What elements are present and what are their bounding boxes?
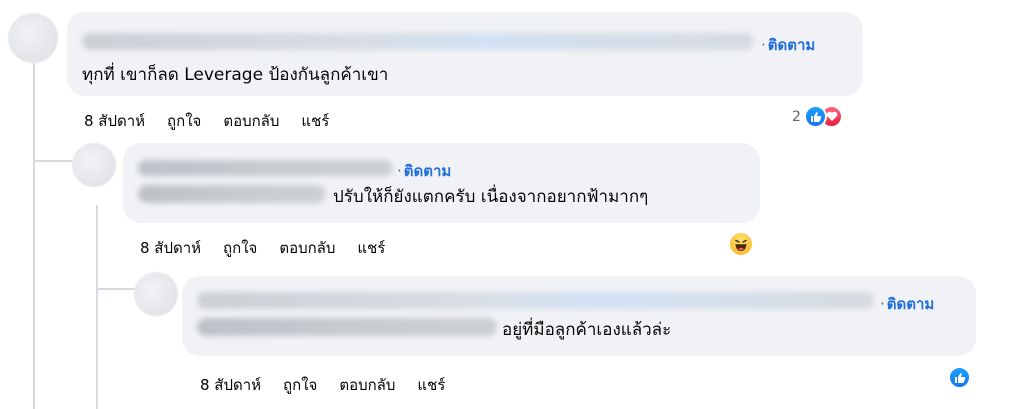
mention-blurred[interactable] xyxy=(197,318,497,336)
reply-button[interactable]: ตอบกลับ xyxy=(339,373,395,397)
reaction-count[interactable]: 2 xyxy=(792,109,801,125)
thread-line-branch-2 xyxy=(96,288,136,290)
follow-link[interactable]: · ติดตาม xyxy=(761,33,815,57)
thread-line-main xyxy=(33,62,35,409)
comment-actions: 8 สัปดาห์ ถูกใจ ตอบกลับ แชร์ xyxy=(84,109,329,133)
separator-dot: · xyxy=(761,36,766,54)
like-icon[interactable] xyxy=(804,105,827,128)
avatar[interactable] xyxy=(72,143,116,187)
comment-text: ทุกที่ เขาก็ลด Leverage ป้องกันลูกค้าเขา xyxy=(82,65,389,85)
separator-dot: · xyxy=(880,295,885,313)
separator-dot: · xyxy=(397,162,402,180)
timestamp[interactable]: 8 สัปดาห์ xyxy=(84,109,145,133)
follow-label[interactable]: ติดตาม xyxy=(768,36,816,54)
follow-label[interactable]: ติดตาม xyxy=(887,295,935,313)
share-button[interactable]: แชร์ xyxy=(357,236,385,260)
timestamp[interactable]: 8 สัปดาห์ xyxy=(200,373,261,397)
like-button[interactable]: ถูกใจ xyxy=(223,236,257,260)
share-button[interactable]: แชร์ xyxy=(301,109,329,133)
follow-link[interactable]: · ติดตาม xyxy=(397,159,451,183)
haha-icon[interactable] xyxy=(730,233,752,255)
like-icon[interactable] xyxy=(948,366,971,389)
author-name-blurred[interactable] xyxy=(82,33,754,50)
comment-text: อยู่ที่มือลูกค้าเองแล้วล่ะ xyxy=(502,320,672,340)
avatar[interactable] xyxy=(134,272,178,316)
like-button[interactable]: ถูกใจ xyxy=(167,109,201,133)
author-name-blurred[interactable] xyxy=(138,160,393,176)
comment-actions: 8 สัปดาห์ ถูกใจ ตอบกลับ แชร์ xyxy=(200,373,445,397)
comment-actions: 8 สัปดาห์ ถูกใจ ตอบกลับ แชร์ xyxy=(140,236,385,260)
share-button[interactable]: แชร์ xyxy=(417,373,445,397)
reply-button[interactable]: ตอบกลับ xyxy=(279,236,335,260)
follow-label[interactable]: ติดตาม xyxy=(404,162,452,180)
like-button[interactable]: ถูกใจ xyxy=(283,373,317,397)
comment-text: ปรับให้ก็ยังแตกครับ เนื่องจากอยากฟ้ามากๆ xyxy=(333,187,649,207)
avatar[interactable] xyxy=(8,13,58,63)
timestamp[interactable]: 8 สัปดาห์ xyxy=(140,236,201,260)
mention-blurred[interactable] xyxy=(138,185,326,203)
follow-link[interactable]: · ติดตาม xyxy=(880,292,934,316)
thread-line-reply-main xyxy=(96,205,98,409)
author-name-blurred[interactable] xyxy=(197,292,874,309)
reply-button[interactable]: ตอบกลับ xyxy=(223,109,279,133)
